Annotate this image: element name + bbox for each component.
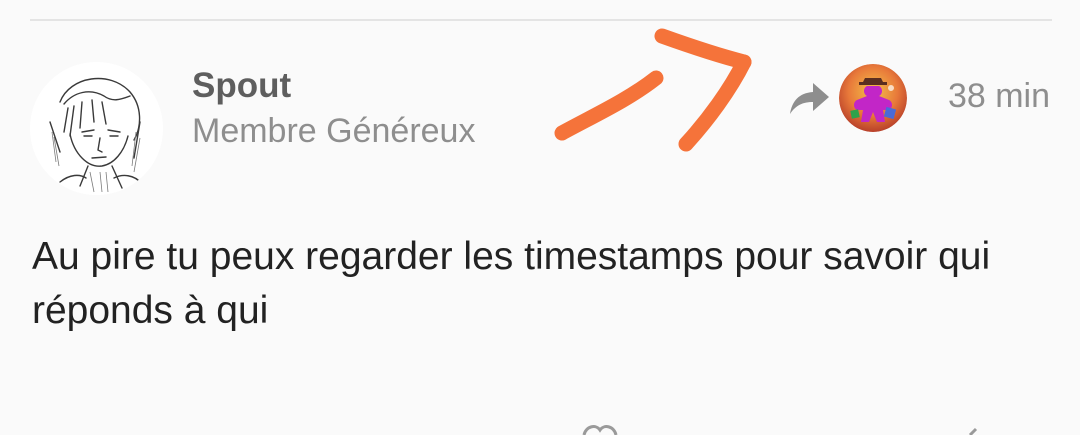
- like-icon-partial: [582, 425, 618, 435]
- author-rank: Membre Généreux: [192, 112, 476, 150]
- post-action-icons-partial: [582, 425, 978, 435]
- post-timestamp[interactable]: 38 min: [948, 76, 1050, 116]
- author-name[interactable]: Spout: [192, 66, 291, 106]
- hand-drawn-arrow-annotation: [554, 28, 752, 152]
- author-avatar[interactable]: [30, 62, 163, 195]
- sketch-portrait-avatar-icon: [30, 62, 163, 195]
- more-icon-partial: [968, 427, 978, 435]
- post-body-text: Au pire tu peux regarder les timestamps …: [32, 235, 991, 332]
- meeple-avatar-icon[interactable]: [839, 64, 907, 132]
- reply-arrow-icon[interactable]: [787, 79, 831, 119]
